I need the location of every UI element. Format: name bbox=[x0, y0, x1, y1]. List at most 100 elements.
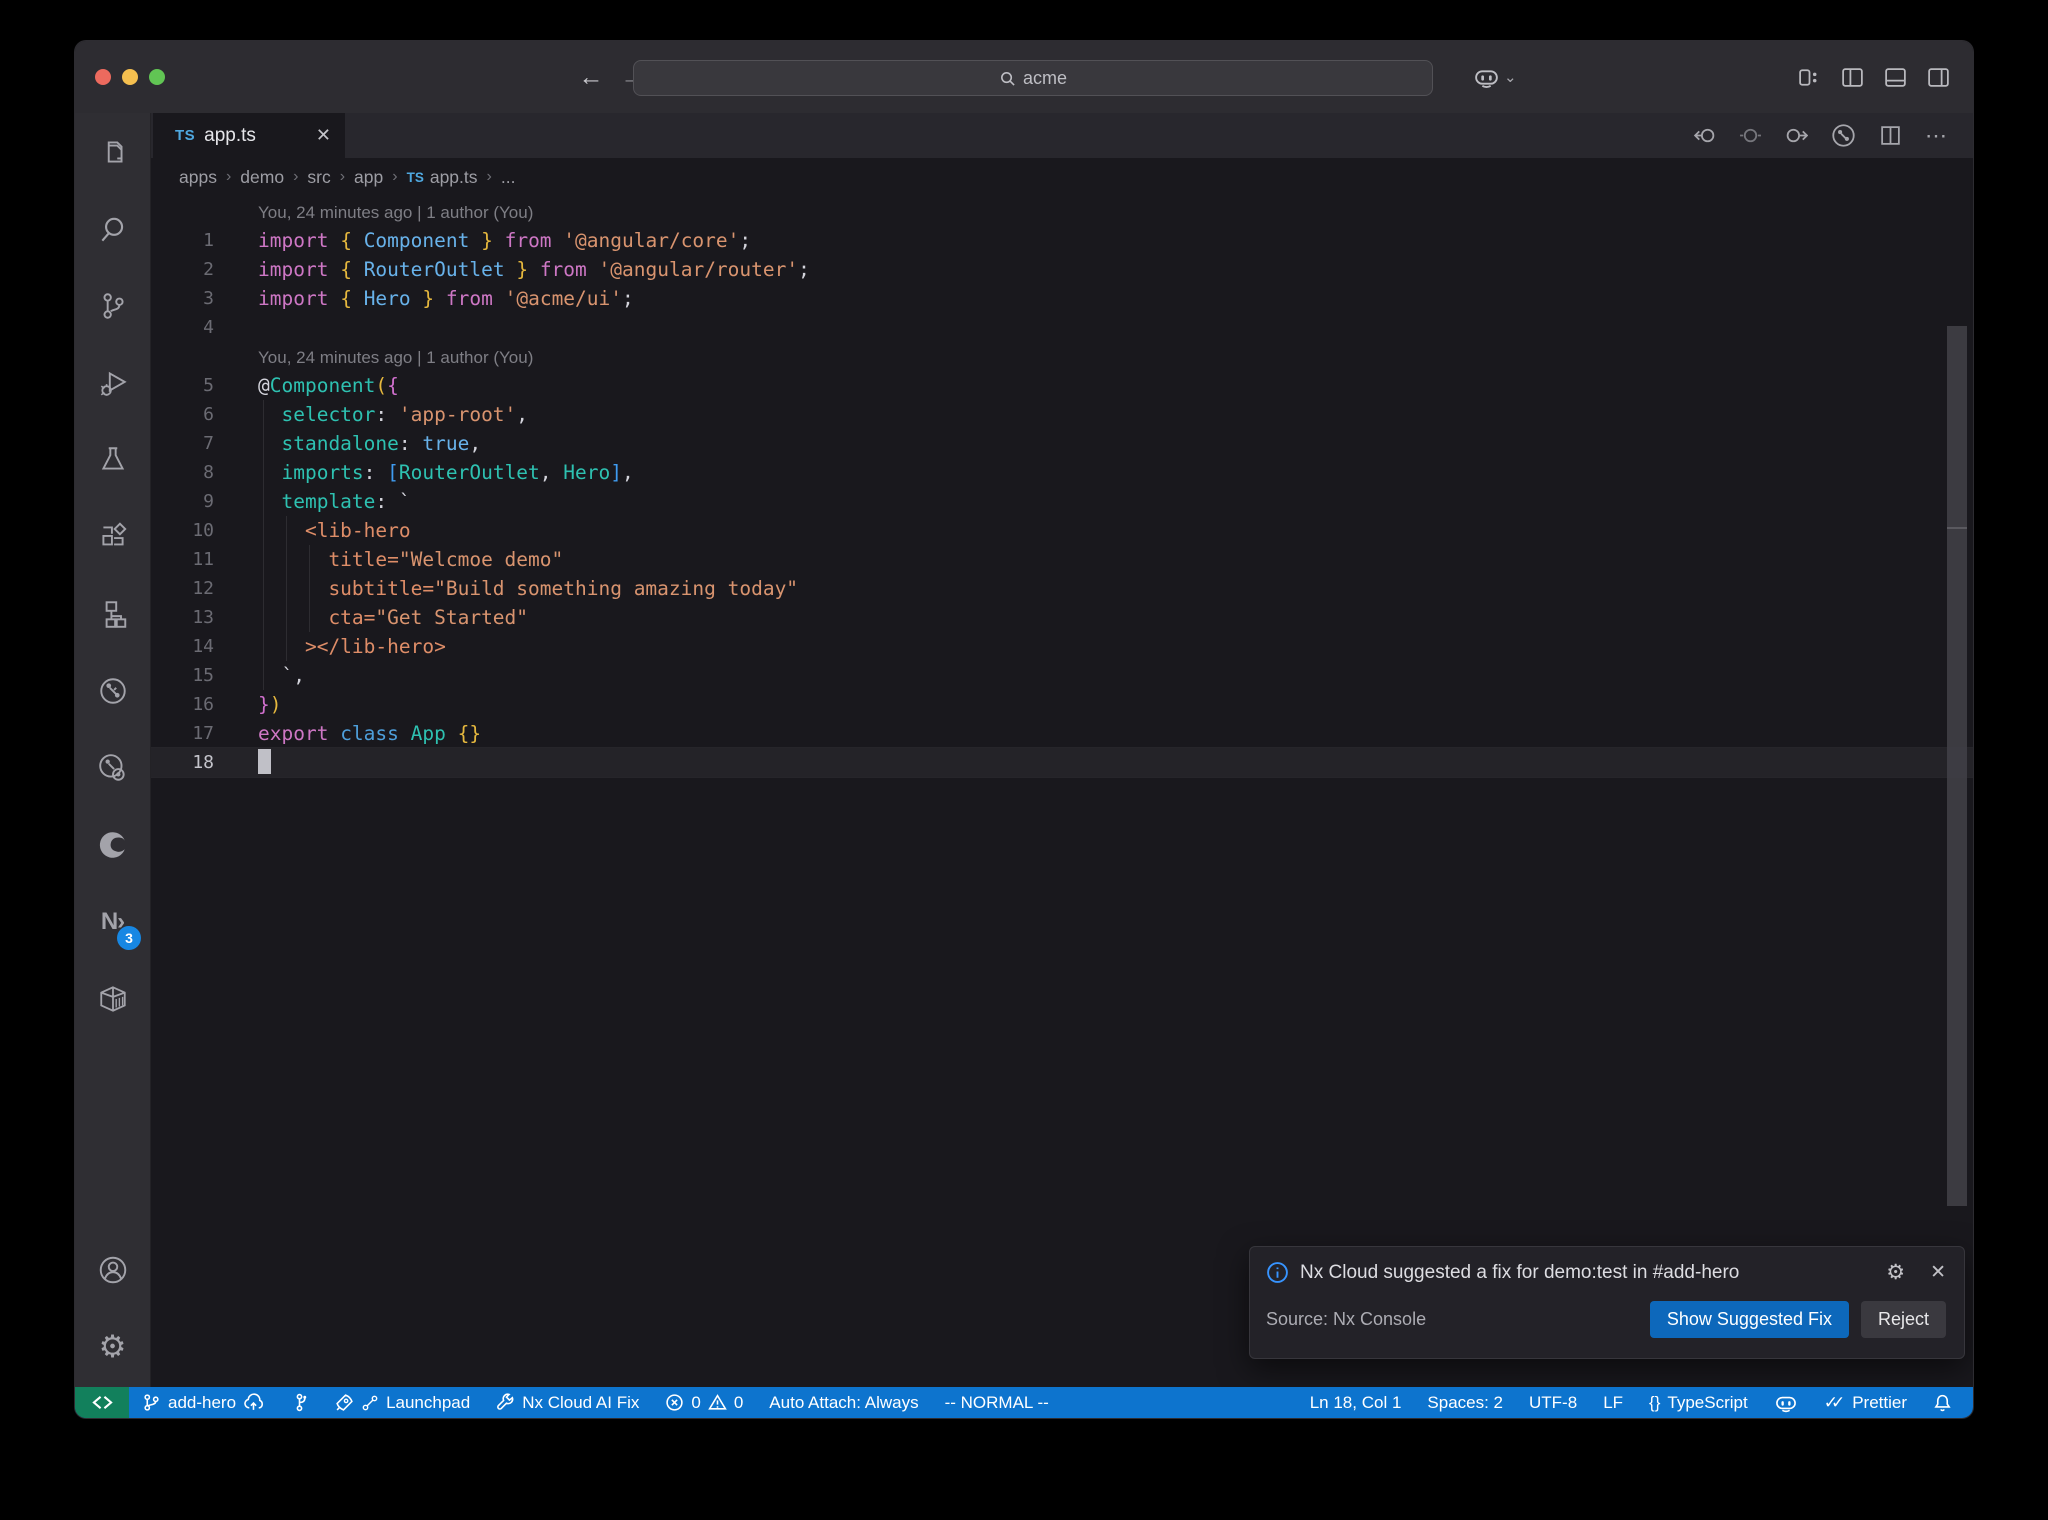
sidebar-item-explorer[interactable] bbox=[75, 113, 150, 190]
encoding-status[interactable]: UTF-8 bbox=[1516, 1387, 1590, 1418]
accounts-button[interactable] bbox=[75, 1231, 150, 1308]
code-content: subtitle="Build something amazing today" bbox=[258, 577, 799, 600]
code-line[interactable]: 6 selector: 'app-root', bbox=[151, 400, 1973, 429]
tab-bar: TS app.ts ✕ ⋯ bbox=[151, 113, 1973, 158]
code-line[interactable]: 5 @Component({ bbox=[151, 371, 1973, 400]
line-number: 7 bbox=[203, 433, 214, 454]
code-line[interactable]: 15 `, bbox=[151, 661, 1973, 690]
sidebar-item-testing[interactable] bbox=[75, 421, 150, 498]
next-change-button[interactable] bbox=[1785, 124, 1808, 147]
tab-label: app.ts bbox=[204, 124, 256, 146]
command-center-search[interactable]: acme bbox=[633, 60, 1433, 96]
chevron-right-icon: › bbox=[225, 168, 232, 185]
breadcrumb-item-file[interactable]: app.ts bbox=[430, 167, 478, 188]
chevron-right-icon: › bbox=[486, 168, 492, 185]
code-line[interactable]: 9 template: ` bbox=[151, 487, 1973, 516]
tab-app-ts[interactable]: TS app.ts ✕ bbox=[153, 113, 345, 158]
code-line[interactable]: 12 subtitle="Build something amazing tod… bbox=[151, 574, 1973, 603]
code-line[interactable]: 14 ></lib-hero> bbox=[151, 632, 1973, 661]
previous-change-button[interactable] bbox=[1693, 124, 1716, 147]
notification-close-icon[interactable]: ✕ bbox=[1930, 1261, 1946, 1284]
sidebar-item-project-structure[interactable] bbox=[75, 575, 150, 652]
code-line[interactable]: 3 import { Hero } from '@acme/ui'; bbox=[151, 284, 1973, 313]
sidebar-item-gitlens-inspect[interactable] bbox=[75, 729, 150, 806]
sidebar-item-commit-graph[interactable] bbox=[75, 652, 150, 729]
blame-row[interactable]: You, 24 minutes ago | 1 author (You) bbox=[151, 197, 1973, 226]
warning-count: 0 bbox=[733, 1392, 744, 1412]
eol-status[interactable]: LF bbox=[1590, 1387, 1636, 1418]
code-line[interactable]: 13 cta="Get Started" bbox=[151, 603, 1973, 632]
breadcrumb-item-app[interactable]: app bbox=[354, 167, 383, 188]
code-line[interactable]: 11 title="Welcmoe demo" bbox=[151, 545, 1973, 574]
sidebar-item-edge-browser[interactable] bbox=[75, 806, 150, 883]
chevron-right-icon: › bbox=[339, 168, 346, 185]
close-tab-icon[interactable]: ✕ bbox=[316, 125, 331, 146]
sidebar-item-nx-console[interactable]: N› 3 bbox=[75, 883, 150, 960]
line-number: 14 bbox=[192, 636, 214, 657]
zoom-window-button[interactable] bbox=[149, 69, 165, 85]
code-line[interactable]: 4 bbox=[151, 313, 1973, 342]
auto-attach-status[interactable]: Auto Attach: Always bbox=[756, 1387, 931, 1418]
navigate-back-button[interactable]: ← bbox=[573, 41, 609, 113]
breadcrumb-item-demo[interactable]: demo bbox=[240, 167, 284, 188]
customize-layout-button[interactable] bbox=[1797, 65, 1822, 90]
nx-cloud-fix-status[interactable]: Nx Cloud AI Fix bbox=[483, 1387, 652, 1418]
cursor-position-status[interactable]: Ln 18, Col 1 bbox=[1297, 1387, 1415, 1418]
minimize-window-button[interactable] bbox=[122, 69, 138, 85]
code-line[interactable]: 2 import { RouterOutlet } from '@angular/… bbox=[151, 255, 1973, 284]
sidebar-item-source-control[interactable] bbox=[75, 267, 150, 344]
breadcrumb-item-apps[interactable]: apps bbox=[179, 167, 217, 188]
code-line[interactable]: 7 standalone: true, bbox=[151, 429, 1973, 458]
ellipsis-icon: ⋯ bbox=[1925, 122, 1949, 148]
code-line[interactable]: 8 imports: [RouterOutlet, Hero], bbox=[151, 458, 1973, 487]
breadcrumb-item-src[interactable]: src bbox=[307, 167, 330, 188]
commit-graph-status[interactable] bbox=[277, 1387, 322, 1418]
sidebar-item-search[interactable] bbox=[75, 190, 150, 267]
code-line[interactable]: 17 export class App {} bbox=[151, 719, 1973, 748]
command-center-query: acme bbox=[1022, 67, 1067, 88]
close-window-button[interactable] bbox=[95, 69, 111, 85]
line-number: 3 bbox=[203, 288, 214, 309]
line-number: 5 bbox=[203, 375, 214, 396]
more-actions-button[interactable]: ⋯ bbox=[1925, 123, 1949, 149]
code-line[interactable]: 1 import { Component } from '@angular/cor… bbox=[151, 226, 1973, 255]
code-editor[interactable]: You, 24 minutes ago | 1 author (You) 1 imp… bbox=[151, 196, 1973, 1387]
line-number: 8 bbox=[203, 462, 214, 483]
code-lines: You, 24 minutes ago | 1 author (You) 1 imp… bbox=[151, 197, 1973, 777]
blame-annotation: You, 24 minutes ago | 1 author (You) bbox=[258, 203, 534, 222]
typescript-file-icon: TS bbox=[175, 127, 196, 144]
toggle-panel-button[interactable] bbox=[1883, 65, 1908, 90]
editor-scrollbar[interactable] bbox=[1947, 326, 1967, 1206]
problems-status[interactable]: 0 0 bbox=[652, 1387, 756, 1418]
line-number: 16 bbox=[192, 694, 214, 715]
code-line[interactable]: 18 bbox=[151, 748, 1973, 777]
current-change-button[interactable] bbox=[1739, 124, 1762, 147]
code-content: selector: 'app-root', bbox=[258, 403, 529, 426]
notification-settings-icon[interactable]: ⚙ bbox=[1886, 1260, 1905, 1285]
breadcrumb-item-symbols[interactable]: ... bbox=[501, 167, 516, 188]
language-mode-status[interactable]: {} TypeScript bbox=[1636, 1387, 1761, 1418]
blame-row[interactable]: You, 24 minutes ago | 1 author (You) bbox=[151, 342, 1973, 371]
remote-indicator[interactable] bbox=[75, 1387, 129, 1418]
indentation-status[interactable]: Spaces: 2 bbox=[1414, 1387, 1516, 1418]
sidebar-item-containers[interactable] bbox=[75, 960, 150, 1037]
reject-button[interactable]: Reject bbox=[1860, 1301, 1946, 1338]
code-line[interactable]: 16}) bbox=[151, 690, 1973, 719]
launchpad-status[interactable]: Launchpad bbox=[322, 1387, 483, 1418]
copilot-menu-button[interactable]: ⌄ bbox=[1473, 41, 1517, 113]
sidebar-item-extensions[interactable] bbox=[75, 498, 150, 575]
commit-graph-button[interactable] bbox=[1831, 123, 1856, 148]
copilot-status[interactable] bbox=[1761, 1387, 1811, 1418]
chevron-right-icon: › bbox=[392, 168, 398, 185]
prettier-status[interactable]: ✓✓ Prettier bbox=[1811, 1387, 1920, 1418]
toggle-primary-sidebar-button[interactable] bbox=[1840, 65, 1865, 90]
code-line[interactable]: 10 <lib-hero bbox=[151, 516, 1973, 545]
sidebar-item-run-debug[interactable] bbox=[75, 344, 150, 421]
notifications-bell[interactable] bbox=[1920, 1387, 1965, 1418]
show-suggested-fix-button[interactable]: Show Suggested Fix bbox=[1649, 1301, 1849, 1338]
settings-button[interactable]: ⚙ bbox=[75, 1308, 150, 1385]
git-branch-status[interactable]: add-hero bbox=[129, 1387, 277, 1418]
vim-mode-status[interactable]: -- NORMAL -- bbox=[932, 1387, 1062, 1418]
split-editor-button[interactable] bbox=[1879, 124, 1902, 147]
toggle-secondary-sidebar-button[interactable] bbox=[1926, 65, 1951, 90]
